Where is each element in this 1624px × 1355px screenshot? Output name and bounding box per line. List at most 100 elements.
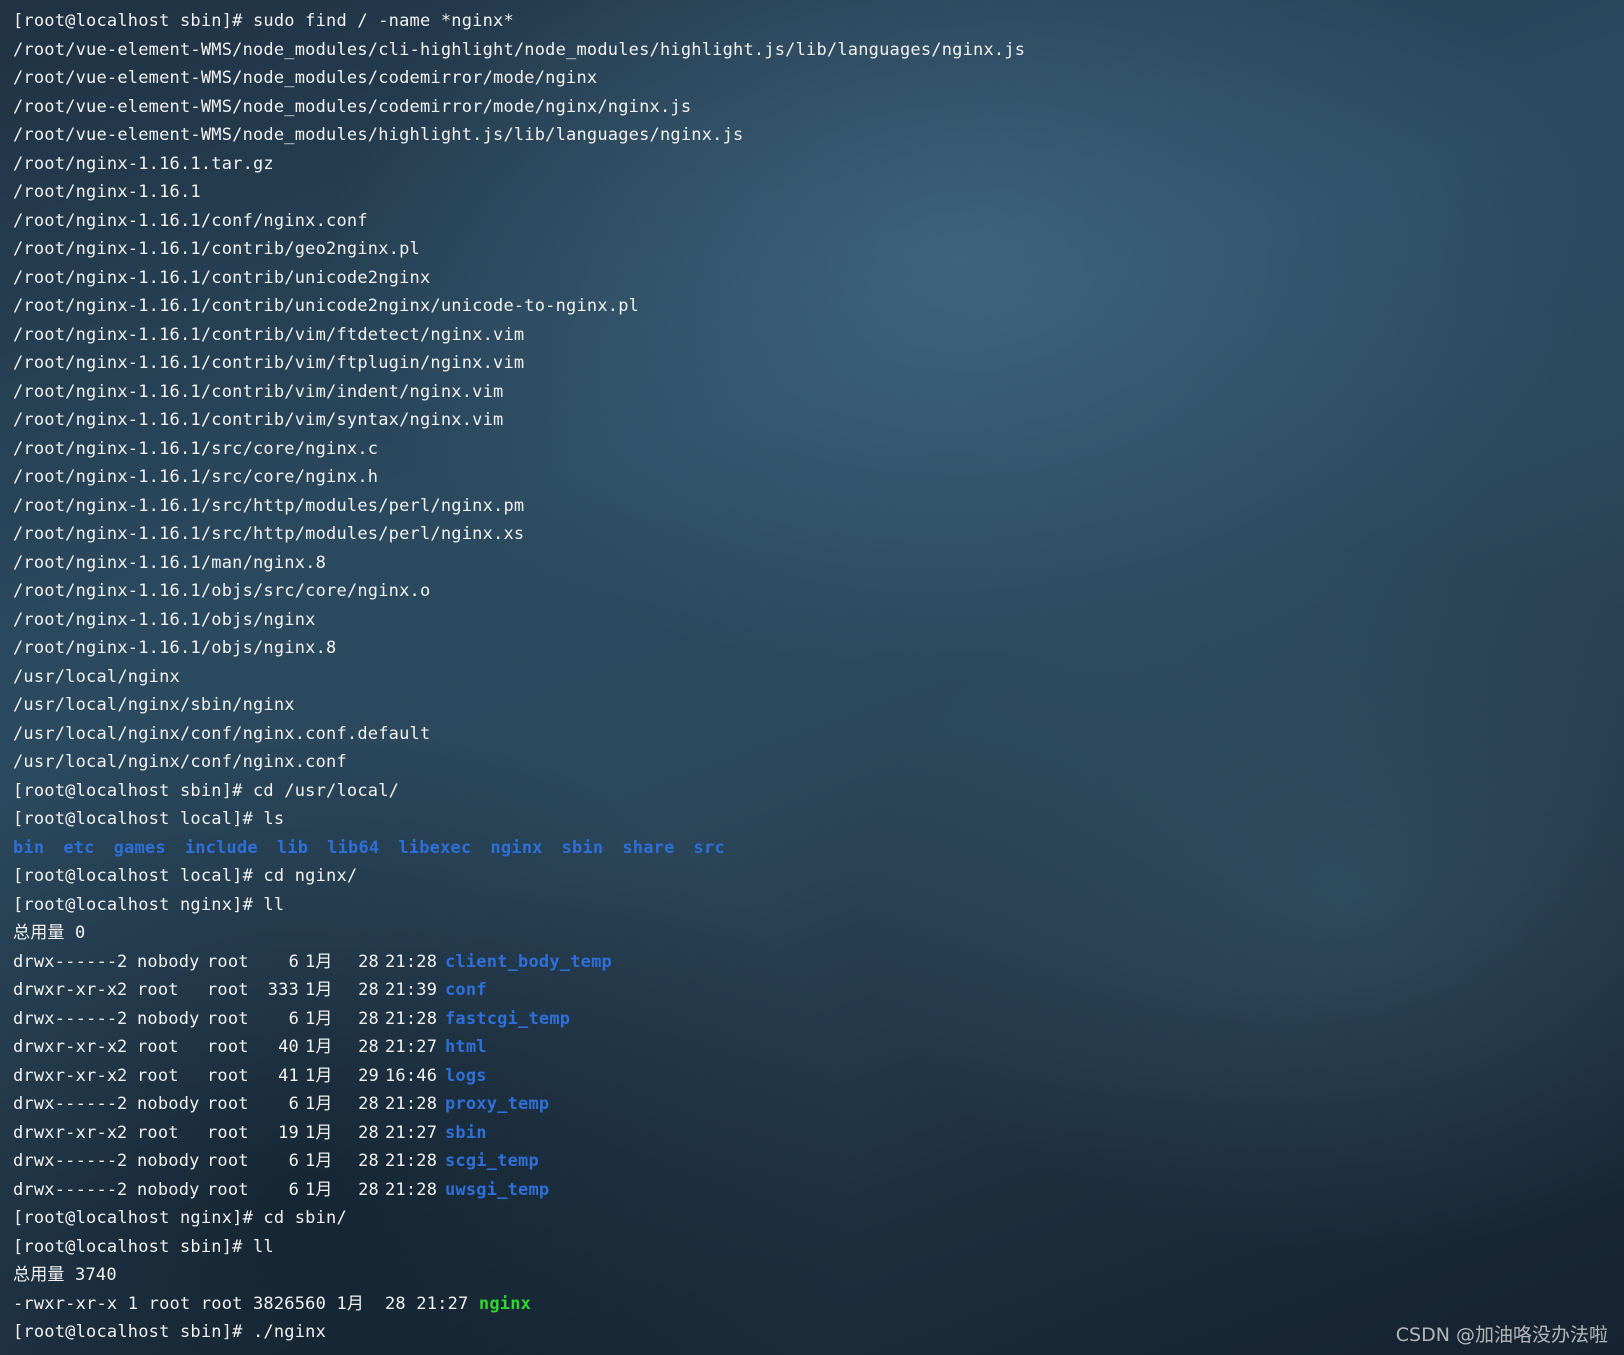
time: 21:27 [385, 1037, 438, 1057]
terminal-output: [root@localhost sbin]# sudo find / -name… [13, 7, 1624, 1347]
time: 21:28 [385, 951, 438, 972]
permissions: drwx------ [13, 1008, 118, 1029]
total-line: 总用量 3740 [13, 1265, 117, 1285]
directory-entry: sbin [561, 837, 604, 858]
day: 28 [358, 980, 379, 1000]
group: root [207, 980, 249, 1000]
listing-row: -rwxr-xr-x 1 root root 3826560 1月 28 21:… [13, 1290, 1624, 1319]
command-line: [root@localhost nginx]# ll [13, 894, 285, 915]
link-count: 2 [117, 1008, 128, 1029]
time: 21:28 [385, 1179, 438, 1200]
terminal-window[interactable]: [root@localhost sbin]# sudo find / -name… [0, 0, 1624, 1355]
directory-entry: etc [63, 837, 95, 858]
month: 1月 [305, 1094, 333, 1114]
owner: root [137, 1037, 179, 1057]
day: 28 [358, 1122, 379, 1143]
output-line: /root/nginx-1.16.1/contrib/vim/ftdetect/… [13, 324, 525, 345]
file-size: 41 [278, 1065, 299, 1086]
output-line: /root/nginx-1.16.1/man/nginx.8 [13, 552, 327, 573]
owner: root [137, 980, 179, 1000]
file-size: 6 [288, 951, 299, 972]
file-size: 333 [267, 980, 299, 1000]
output-line: /root/vue-element-WMS/node_modules/highl… [13, 125, 744, 145]
directory-entry: lib [276, 837, 309, 858]
directory-entry: bin [13, 837, 45, 858]
link-count: 2 [117, 1037, 128, 1057]
output-line: /root/nginx-1.16.1/contrib/unicode2nginx [13, 267, 431, 288]
listing-details: -rwxr-xr-x 1 root root 3826560 1月 28 21:… [13, 1293, 479, 1314]
month: 1月 [305, 1151, 333, 1171]
output-line: /root/nginx-1.16.1/contrib/vim/syntax/ng… [13, 410, 504, 430]
command-line: [root@localhost local]# ls [13, 809, 285, 829]
month: 1月 [305, 1037, 333, 1057]
day: 29 [358, 1065, 379, 1086]
group: root [207, 1122, 249, 1143]
output-line: /usr/local/nginx/conf/nginx.conf [13, 752, 347, 772]
time: 21:28 [385, 1008, 438, 1029]
day: 28 [358, 951, 379, 972]
group: root [207, 1008, 249, 1029]
command-line: [root@localhost sbin]# sudo find / -name… [13, 11, 514, 31]
time: 16:46 [385, 1065, 438, 1086]
permissions: drwxr-xr-x [13, 980, 118, 1000]
output-line: /root/nginx-1.16.1/conf/nginx.conf [13, 210, 368, 231]
listing-row: drwx------2 nobody root 6 1月 28 21:28 uwsgi_tem… [13, 1176, 1624, 1205]
owner: nobody [137, 951, 200, 972]
output-line: /root/vue-element-WMS/node_modules/codem… [13, 68, 598, 88]
owner: nobody [137, 1179, 200, 1200]
output-line: /root/nginx-1.16.1 [13, 182, 201, 202]
owner: root [137, 1065, 179, 1086]
group: root [207, 1094, 249, 1114]
directory-name: proxy_temp [445, 1094, 550, 1114]
command-line: [root@localhost local]# cd nginx/ [13, 866, 358, 886]
link-count: 2 [117, 1151, 128, 1171]
time: 21:28 [385, 1151, 438, 1171]
output-line: /root/nginx-1.16.1/objs/nginx.8 [13, 638, 337, 658]
directory-name: logs [445, 1065, 487, 1086]
file-size: 6 [288, 1094, 299, 1114]
group: root [207, 1065, 249, 1086]
day: 28 [358, 1008, 379, 1029]
directory-entry: games [113, 837, 166, 858]
command-line: [root@localhost sbin]# cd /usr/local/ [13, 780, 400, 801]
owner: nobody [137, 1094, 200, 1114]
output-line: /root/nginx-1.16.1.tar.gz [13, 153, 274, 174]
file-size: 40 [278, 1037, 299, 1057]
time: 21:27 [385, 1122, 438, 1143]
output-line: /root/nginx-1.16.1/contrib/unicode2nginx… [13, 296, 640, 316]
month: 1月 [305, 951, 333, 972]
command-line: [root@localhost nginx]# cd sbin/ [13, 1208, 347, 1228]
permissions: drwx------ [13, 1151, 118, 1171]
ls-output-line: bin etc games include lib lib64 libexec nginx sb… [13, 834, 1624, 863]
directory-name: fastcgi_temp [445, 1008, 571, 1029]
group: root [207, 1151, 249, 1171]
permissions: drwx------ [13, 951, 118, 972]
directory-entry: nginx [490, 837, 543, 858]
directory-entry: lib64 [327, 837, 380, 858]
month: 1月 [305, 1122, 333, 1143]
directory-entry: src [693, 837, 725, 858]
output-line: /root/nginx-1.16.1/src/core/nginx.c [13, 438, 379, 459]
file-size: 19 [278, 1122, 299, 1143]
group: root [207, 1179, 249, 1200]
output-line: /usr/local/nginx/conf/nginx.conf.default [13, 723, 431, 744]
file-size: 6 [288, 1008, 299, 1029]
output-line: /root/nginx-1.16.1/objs/nginx [13, 609, 316, 630]
output-line: /root/nginx-1.16.1/contrib/vim/indent/ng… [13, 381, 504, 402]
directory-entry: libexec [398, 837, 472, 858]
directory-entry: share [622, 837, 675, 858]
time: 21:39 [385, 980, 438, 1000]
day: 28 [358, 1151, 379, 1171]
output-line: /usr/local/nginx [13, 666, 180, 687]
owner: root [137, 1122, 179, 1143]
output-line: /root/nginx-1.16.1/src/http/modules/perl… [13, 495, 525, 516]
executable-name: nginx [478, 1293, 532, 1314]
file-size: 6 [288, 1151, 299, 1171]
watermark: CSDN @加油咯没办法啦 [1395, 1324, 1608, 1346]
directory-name: client_body_temp [445, 951, 612, 972]
directory-name: scgi_temp [445, 1151, 539, 1171]
day: 28 [358, 1037, 379, 1057]
output-line: /root/vue-element-WMS/node_modules/cli-h… [13, 39, 1026, 60]
time: 21:28 [385, 1094, 438, 1114]
month: 1月 [305, 1065, 333, 1086]
